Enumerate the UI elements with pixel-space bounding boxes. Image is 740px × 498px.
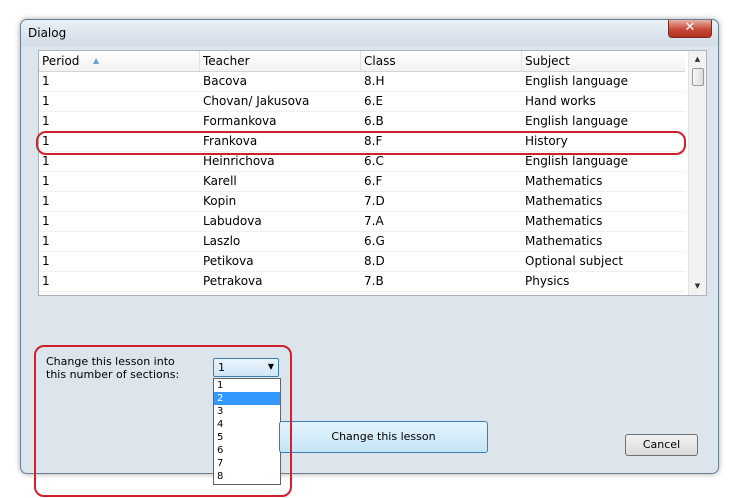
table-row[interactable]: 1 Labudova 7.A Mathematics (39, 212, 685, 232)
teacher-cell: Karell (203, 174, 237, 188)
window-title: Dialog (28, 26, 67, 40)
period-cell: 1 (42, 274, 50, 288)
subject-cell: Physics (525, 274, 570, 288)
period-cell: 1 (42, 174, 50, 188)
table-row[interactable]: 1 Bacova 8.H English language (39, 72, 685, 92)
column-header-label: Class (364, 54, 396, 68)
vertical-scrollbar[interactable]: ▲ ▼ (688, 51, 706, 295)
period-cell: 1 (42, 234, 50, 248)
sort-ascending-icon: ▲ (93, 56, 100, 65)
lessons-grid[interactable]: Period ▲ Teacher Class Subject 1 Bacova 8.… (38, 50, 707, 296)
class-cell: 6.B (364, 114, 384, 128)
column-header-subject[interactable]: Subject (522, 51, 685, 71)
period-cell: 1 (42, 94, 50, 108)
table-row[interactable]: 1 Laszlo 6.G Mathematics (39, 232, 685, 252)
table-row[interactable]: 1 Kopin 7.D Mathematics (39, 192, 685, 212)
subject-cell: Mathematics (525, 214, 603, 228)
class-cell: 6.E (364, 94, 384, 108)
teacher-cell: Petrakova (203, 274, 263, 288)
teacher-cell: Kopin (203, 194, 237, 208)
table-row[interactable]: 1 Petikova 8.D Optional subject (39, 252, 685, 272)
grid-header: Period ▲ Teacher Class Subject (39, 51, 685, 72)
close-button[interactable]: ✕ (668, 20, 712, 38)
teacher-cell: Formankova (203, 114, 277, 128)
column-header-label: Subject (525, 54, 570, 68)
teacher-cell: Petikova (203, 254, 254, 268)
class-cell: 7.A (364, 214, 384, 228)
teacher-cell: Labudova (203, 214, 262, 228)
table-row[interactable]: 1 Karell 6.F Mathematics (39, 172, 685, 192)
class-cell: 7.D (364, 194, 385, 208)
column-header-teacher[interactable]: Teacher (200, 51, 361, 71)
column-header-period[interactable]: Period ▲ (39, 51, 200, 71)
period-cell: 1 (42, 254, 50, 268)
change-lesson-button[interactable]: Change this lesson (279, 421, 488, 453)
close-icon: ✕ (684, 20, 696, 35)
sections-annotation (34, 345, 292, 497)
column-header-label: Period (42, 54, 80, 68)
teacher-cell: Bacova (203, 74, 247, 88)
scroll-down-icon[interactable]: ▼ (689, 278, 706, 295)
period-cell: 1 (42, 194, 50, 208)
class-cell: 8.D (364, 254, 385, 268)
period-cell: 1 (42, 114, 50, 128)
subject-cell: Mathematics (525, 194, 603, 208)
class-cell: 6.G (364, 234, 385, 248)
class-cell: 6.F (364, 174, 383, 188)
period-cell: 1 (42, 214, 50, 228)
subject-cell: Mathematics (525, 234, 603, 248)
subject-cell: English language (525, 74, 629, 88)
title-bar[interactable]: Dialog ✕ (21, 20, 718, 46)
period-cell: 1 (42, 74, 50, 88)
subject-cell: English language (525, 114, 629, 128)
class-cell: 8.H (364, 74, 385, 88)
scroll-thumb[interactable] (692, 68, 704, 86)
scroll-up-icon[interactable]: ▲ (689, 51, 706, 68)
subject-cell: Mathematics (525, 174, 603, 188)
subject-cell: Optional subject (525, 254, 624, 268)
table-row[interactable]: 1 Petrakova 7.B Physics (39, 272, 685, 292)
column-header-label: Teacher (203, 54, 250, 68)
column-header-class[interactable]: Class (361, 51, 522, 71)
teacher-cell: Chovan/ Jakusova (203, 94, 310, 108)
row-highlight-annotation (36, 131, 686, 155)
subject-cell: Hand works (525, 94, 596, 108)
table-row[interactable]: 1 Heinrichova 6.C English language (39, 152, 685, 172)
table-row[interactable]: 1 Formankova 6.B English language (39, 112, 685, 132)
teacher-cell: Laszlo (203, 234, 241, 248)
table-row[interactable]: 1 Chovan/ Jakusova 6.E Hand works (39, 92, 685, 112)
class-cell: 7.B (364, 274, 384, 288)
cancel-button[interactable]: Cancel (625, 434, 698, 456)
